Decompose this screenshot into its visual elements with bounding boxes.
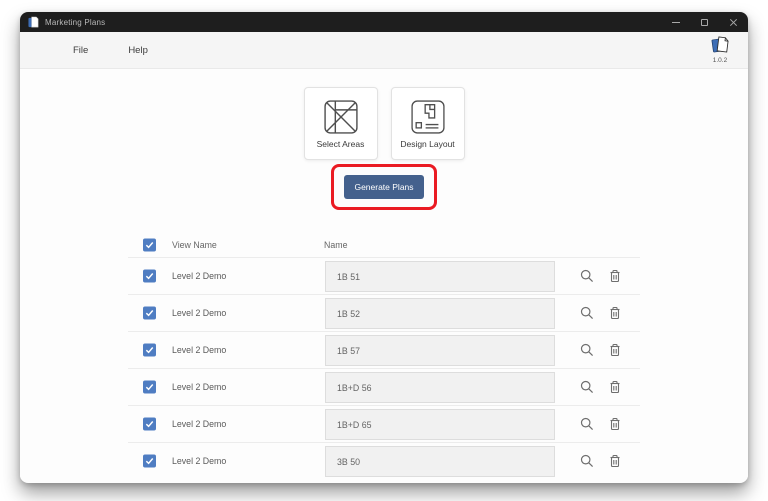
- delete-button[interactable]: [606, 341, 624, 359]
- row-checkbox[interactable]: [143, 306, 156, 320]
- checkmark-icon: [145, 273, 154, 280]
- checkmark-icon: [145, 384, 154, 391]
- select-areas-button[interactable]: Select Areas: [303, 87, 378, 160]
- checkmark-icon: [145, 458, 154, 465]
- view-name-label: Level 2 Demo: [172, 419, 227, 429]
- table-row: Level 2 Demo: [128, 257, 640, 294]
- delete-icon: [610, 417, 620, 431]
- checkmark-icon: [145, 241, 154, 248]
- row-checkbox[interactable]: [143, 417, 156, 431]
- search-icon: [580, 380, 594, 394]
- view-name-label: Level 2 Demo: [172, 456, 227, 466]
- checkmark-icon: [145, 310, 154, 317]
- delete-icon: [610, 343, 620, 357]
- action-cards: Select Areas Design Layout: [20, 87, 748, 160]
- view-name-label: Level 2 Demo: [172, 382, 227, 392]
- minimize-icon: [671, 21, 680, 23]
- checkmark-icon: [145, 421, 154, 428]
- maximize-button[interactable]: [690, 12, 719, 32]
- generate-plans-button[interactable]: Generate Plans: [344, 175, 424, 199]
- search-button[interactable]: [578, 341, 596, 359]
- select-areas-icon: [323, 99, 358, 134]
- delete-icon: [610, 380, 620, 394]
- view-name-label: Level 2 Demo: [172, 308, 227, 318]
- delete-icon: [610, 269, 620, 283]
- table-row: Level 2 Demo: [128, 368, 640, 405]
- view-name-label: Level 2 Demo: [172, 271, 227, 281]
- close-icon: [729, 18, 738, 27]
- search-button[interactable]: [578, 304, 596, 322]
- desktop-background: Marketing Plans File Help 1.0.2 Select A…: [0, 0, 768, 501]
- search-button[interactable]: [578, 378, 596, 396]
- table-row: Level 2 Demo: [128, 442, 640, 479]
- delete-icon: [610, 306, 620, 320]
- name-input[interactable]: [325, 372, 555, 403]
- view-name-label: Level 2 Demo: [172, 345, 227, 355]
- search-button[interactable]: [578, 415, 596, 433]
- maximize-icon: [701, 18, 708, 26]
- table-row: Level 2 Demo: [128, 331, 640, 368]
- app-logo-pages-icon: [711, 36, 729, 53]
- app-window-icon: [28, 16, 39, 29]
- design-layout-icon: [410, 99, 445, 134]
- app-window: Marketing Plans File Help 1.0.2 Select A…: [20, 12, 748, 483]
- titlebar[interactable]: Marketing Plans: [20, 12, 748, 32]
- delete-button[interactable]: [606, 304, 624, 322]
- search-icon: [580, 306, 594, 320]
- column-header-name: Name: [324, 239, 348, 250]
- column-header-view-name: View Name: [172, 239, 217, 250]
- menu-item-help[interactable]: Help: [128, 45, 148, 56]
- plans-table: View Name Name Level 2 Demo Level 2 Demo: [128, 232, 640, 479]
- menubar: File Help 1.0.2: [20, 32, 748, 69]
- delete-button[interactable]: [606, 415, 624, 433]
- row-checkbox[interactable]: [143, 269, 156, 283]
- name-input[interactable]: [325, 298, 555, 329]
- name-input[interactable]: [325, 409, 555, 440]
- search-icon: [580, 417, 594, 431]
- select-all-checkbox[interactable]: [143, 238, 156, 251]
- minimize-button[interactable]: [661, 12, 690, 32]
- brand-badge: 1.0.2: [707, 35, 733, 64]
- row-checkbox[interactable]: [143, 454, 156, 468]
- card-label: Select Areas: [316, 138, 365, 149]
- table-header-row: View Name Name: [128, 232, 640, 257]
- search-button[interactable]: [578, 452, 596, 470]
- search-icon: [580, 343, 594, 357]
- search-icon: [580, 454, 594, 468]
- table-row: Level 2 Demo: [128, 405, 640, 442]
- version-label: 1.0.2: [712, 57, 728, 64]
- window-controls: [661, 12, 748, 32]
- row-checkbox[interactable]: [143, 343, 156, 357]
- delete-icon: [610, 454, 620, 468]
- delete-button[interactable]: [606, 267, 624, 285]
- close-button[interactable]: [719, 12, 748, 32]
- delete-button[interactable]: [606, 452, 624, 470]
- generate-section: Generate Plans: [20, 164, 748, 210]
- delete-button[interactable]: [606, 378, 624, 396]
- name-input[interactable]: [325, 261, 555, 292]
- name-input[interactable]: [325, 335, 555, 366]
- search-icon: [580, 269, 594, 283]
- checkmark-icon: [145, 347, 154, 354]
- window-title: Marketing Plans: [45, 17, 106, 27]
- table-row: Level 2 Demo: [128, 294, 640, 331]
- search-button[interactable]: [578, 267, 596, 285]
- name-input[interactable]: [325, 446, 555, 477]
- row-checkbox[interactable]: [143, 380, 156, 394]
- card-label: Design Layout: [400, 138, 455, 149]
- menu-item-file[interactable]: File: [73, 45, 88, 56]
- design-layout-button[interactable]: Design Layout: [390, 87, 465, 160]
- main-content: Select Areas Design Layout Generate Plan…: [20, 87, 748, 479]
- red-highlight-annotation: Generate Plans: [331, 164, 437, 210]
